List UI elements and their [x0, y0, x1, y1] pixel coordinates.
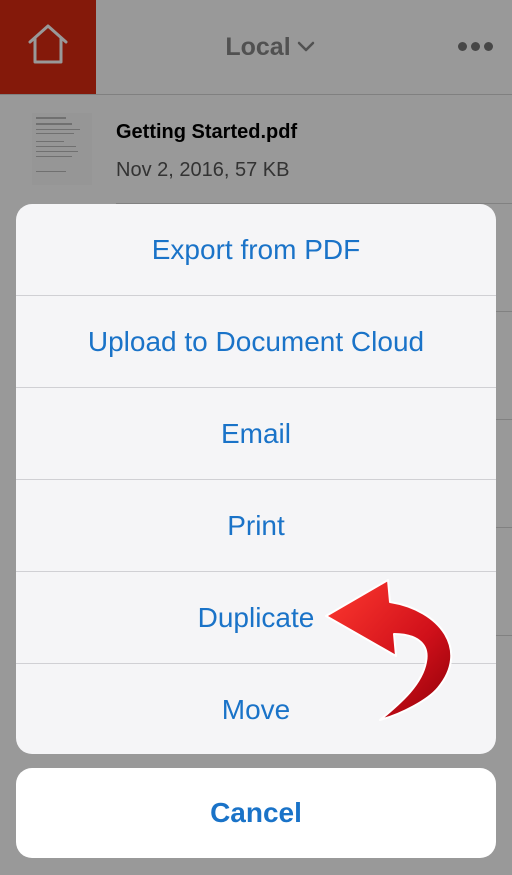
print-button[interactable]: Print — [16, 480, 496, 572]
curved-arrow-icon — [325, 579, 453, 721]
export-from-pdf-button[interactable]: Export from PDF — [16, 204, 496, 296]
cancel-button[interactable]: Cancel — [16, 768, 496, 858]
email-button[interactable]: Email — [16, 388, 496, 480]
upload-to-document-cloud-button[interactable]: Upload to Document Cloud — [16, 296, 496, 388]
